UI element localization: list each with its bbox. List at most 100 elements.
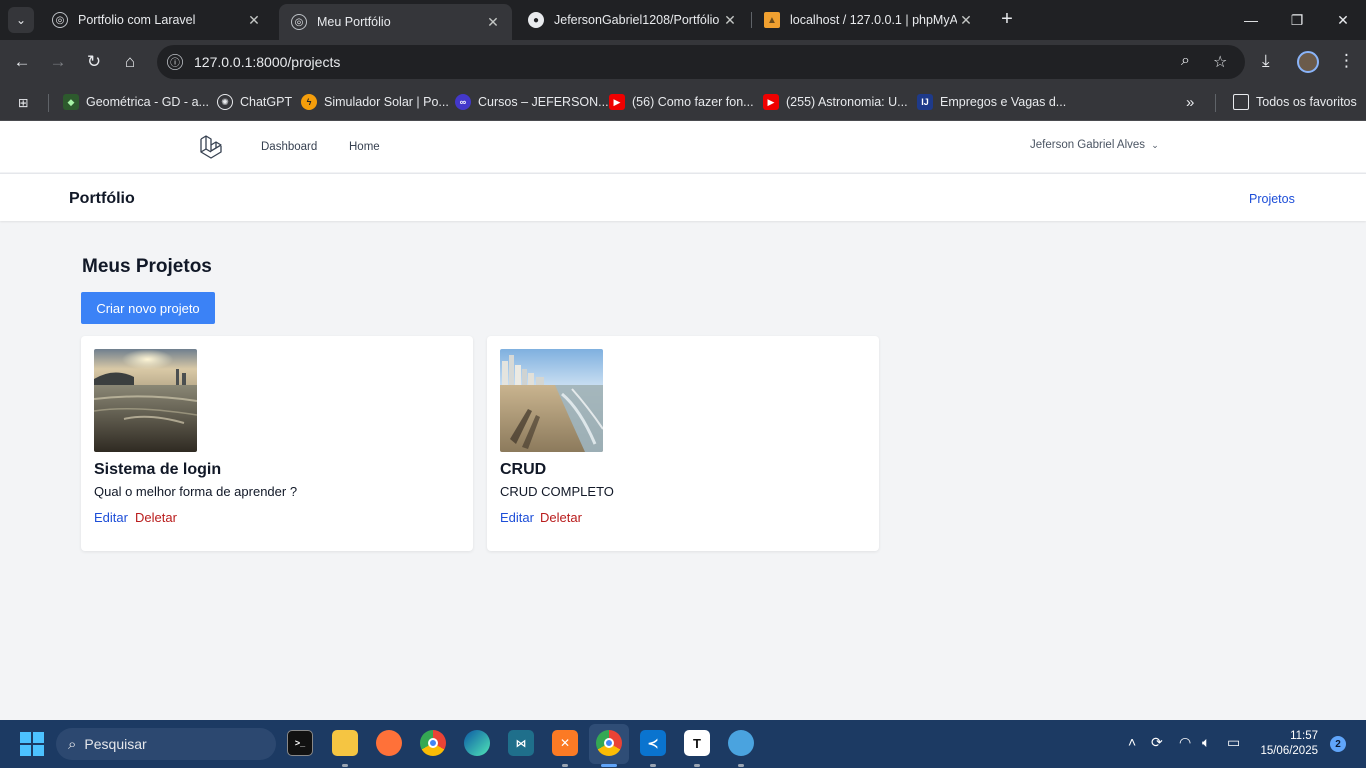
bookmark-separator bbox=[1215, 94, 1216, 112]
home-button[interactable]: ⌂ bbox=[117, 49, 143, 75]
terminal-icon[interactable]: >_ bbox=[287, 730, 313, 756]
taskbar-search[interactable]: ⌕ Pesquisar bbox=[56, 728, 276, 760]
user-menu-dropdown[interactable]: Jeferson Gabriel Alves ⌄ bbox=[1030, 139, 1159, 151]
app-top-nav: Dashboard Home Jeferson Gabriel Alves ⌄ bbox=[0, 121, 1366, 173]
bookmark-separator bbox=[48, 94, 49, 112]
bookmark-simulador-solar[interactable]: ϟ Simulador Solar | Po... bbox=[301, 93, 449, 111]
vscode-icon[interactable]: ≺ bbox=[640, 730, 666, 756]
download-icon[interactable]: ⤓ bbox=[1262, 51, 1270, 71]
bookmark-star-icon[interactable]: ☆ bbox=[1213, 52, 1227, 72]
bookmark-label: Cursos – JEFERSON... bbox=[478, 95, 609, 109]
reload-icon: ↻ bbox=[86, 52, 102, 71]
page-title: Meus Projetos bbox=[82, 256, 212, 277]
battery-icon[interactable]: ▭ bbox=[1227, 734, 1240, 751]
project-title: CRUD bbox=[500, 461, 547, 478]
edit-project-link[interactable]: Editar bbox=[500, 510, 534, 525]
bookmark-geometrica[interactable]: ◆ Geométrica - GD - a... bbox=[63, 93, 209, 111]
apps-grid-icon[interactable]: ⊞ bbox=[18, 93, 28, 111]
menu-dots-icon[interactable]: ⋮ bbox=[1338, 51, 1355, 71]
url-text[interactable]: 127.0.0.1:8000/projects bbox=[194, 54, 340, 70]
tab-title: Meu Portfólio bbox=[317, 15, 391, 29]
youtube-icon: ▶ bbox=[763, 94, 779, 110]
nav-home-link[interactable]: Home bbox=[349, 141, 380, 153]
nav-dashboard-link[interactable]: Dashboard bbox=[261, 141, 317, 153]
tab-title: JefersonGabriel1208/Portfólio bbox=[554, 13, 720, 27]
bookmark-youtube-56[interactable]: ▶ (56) Como fazer fon... bbox=[609, 93, 754, 111]
project-image-beach-sunset bbox=[94, 349, 197, 452]
firefox-icon[interactable] bbox=[376, 730, 402, 756]
system-clock[interactable]: 11:57 15/06/2025 bbox=[1258, 729, 1318, 759]
bookmarks-bar: ⊞ ◆ Geométrica - GD - a... ✺ ChatGPT ϟ S… bbox=[0, 84, 1366, 121]
projects-nav-link[interactable]: Projetos bbox=[1249, 192, 1295, 206]
new-tab-button[interactable]: + bbox=[996, 8, 1018, 30]
brand-title: Portfólio bbox=[69, 190, 135, 207]
app-running-indicator bbox=[562, 764, 568, 767]
reload-button[interactable]: ↻ bbox=[81, 49, 107, 75]
address-bar[interactable]: ⓘ 127.0.0.1:8000/projects ⌕ ☆ bbox=[157, 45, 1245, 79]
tab-title: localhost / 127.0.0.1 | phpMyAdmin bbox=[790, 13, 957, 27]
chrome-profile-icon[interactable] bbox=[596, 730, 622, 756]
bookmark-label: (255) Astronomia: U... bbox=[786, 95, 908, 109]
windows-start-icon[interactable] bbox=[20, 732, 44, 756]
delete-project-link[interactable]: Deletar bbox=[135, 510, 177, 525]
edge-icon[interactable] bbox=[464, 730, 490, 756]
xampp-icon[interactable]: ✕ bbox=[552, 730, 578, 756]
bookmark-label: (56) Como fazer fon... bbox=[632, 95, 754, 109]
app-running-indicator bbox=[694, 764, 700, 767]
edit-project-link[interactable]: Editar bbox=[94, 510, 128, 525]
geometrica-icon: ◆ bbox=[63, 94, 79, 110]
chrome-icon[interactable] bbox=[420, 730, 446, 756]
globe-icon: ◎ bbox=[52, 12, 68, 28]
paint-icon[interactable] bbox=[728, 730, 754, 756]
bookmark-chatgpt[interactable]: ✺ ChatGPT bbox=[217, 93, 292, 111]
plus-icon: + bbox=[1001, 8, 1013, 30]
close-icon[interactable]: ✕ bbox=[484, 14, 502, 31]
profile-avatar[interactable] bbox=[1297, 51, 1319, 73]
wifi-icon[interactable]: ◠ bbox=[1179, 734, 1191, 751]
typora-icon[interactable]: T bbox=[684, 730, 710, 756]
all-bookmarks-folder[interactable]: Todos os favoritos bbox=[1233, 93, 1357, 111]
close-icon[interactable]: ✕ bbox=[957, 12, 975, 29]
bookmark-cursos[interactable]: ∞ Cursos – JEFERSON... bbox=[455, 93, 609, 111]
tab-meu-portfolio[interactable]: ◎ Meu Portfólio ✕ bbox=[279, 4, 512, 40]
chevron-up-icon[interactable]: ˄ bbox=[1128, 734, 1136, 750]
chevron-down-icon: ⌄ bbox=[15, 13, 27, 27]
volume-icon[interactable]: 🔈︎ bbox=[1202, 734, 1210, 751]
minimize-button[interactable]: — bbox=[1228, 0, 1274, 40]
search-label: Pesquisar bbox=[84, 736, 147, 752]
ij-icon: IJ bbox=[917, 94, 933, 110]
close-window-button[interactable]: ✕ bbox=[1320, 0, 1366, 40]
workbench-icon[interactable]: ⋈ bbox=[508, 730, 534, 756]
sync-icon[interactable]: ⟳ bbox=[1151, 734, 1163, 751]
close-icon[interactable]: ✕ bbox=[245, 12, 263, 29]
more-bookmarks-icon[interactable]: » bbox=[1186, 93, 1194, 111]
user-name: Jeferson Gabriel Alves bbox=[1030, 139, 1146, 151]
delete-project-link[interactable]: Deletar bbox=[540, 510, 582, 525]
restore-button[interactable]: ❐ bbox=[1274, 0, 1320, 40]
project-description: Qual o melhor forma de aprender ? bbox=[94, 484, 298, 499]
close-icon[interactable]: ✕ bbox=[721, 12, 739, 29]
forward-button[interactable]: → bbox=[45, 49, 71, 75]
app-active-indicator bbox=[601, 764, 617, 767]
project-description: CRUD COMPLETO bbox=[500, 484, 614, 499]
bookmark-empregos[interactable]: IJ Empregos e Vagas d... bbox=[917, 93, 1066, 111]
notification-badge[interactable]: 2 bbox=[1330, 736, 1346, 752]
site-info-icon[interactable]: ⓘ bbox=[167, 54, 183, 70]
bookmark-label: Empregos e Vagas d... bbox=[940, 95, 1067, 109]
tab-github[interactable]: ● JefersonGabriel1208/Portfólio ✕ bbox=[516, 4, 749, 36]
bookmark-youtube-255[interactable]: ▶ (255) Astronomia: U... bbox=[763, 93, 908, 111]
phpmyadmin-icon: ▲ bbox=[764, 12, 780, 28]
laravel-logo-icon[interactable] bbox=[198, 133, 226, 161]
tab-phpmyadmin[interactable]: ▲ localhost / 127.0.0.1 | phpMyAdmin ✕ bbox=[752, 4, 985, 36]
zoom-icon[interactable]: ⌕ bbox=[1181, 52, 1190, 70]
restore-icon: ❐ bbox=[1290, 11, 1304, 28]
tab-search-button[interactable]: ⌄ bbox=[8, 7, 34, 33]
tab-portfolio-laravel[interactable]: ◎ Portfolio com Laravel ✕ bbox=[40, 4, 273, 36]
folder-icon bbox=[1233, 94, 1249, 110]
portfolio-header: Portfólio Projetos bbox=[0, 173, 1366, 221]
create-project-button[interactable]: Criar novo projeto bbox=[81, 292, 215, 324]
clock-time: 11:57 bbox=[1290, 730, 1318, 742]
bookmark-label: Simulador Solar | Po... bbox=[324, 95, 449, 109]
file-explorer-icon[interactable] bbox=[332, 730, 358, 756]
back-button[interactable]: ← bbox=[9, 49, 35, 75]
